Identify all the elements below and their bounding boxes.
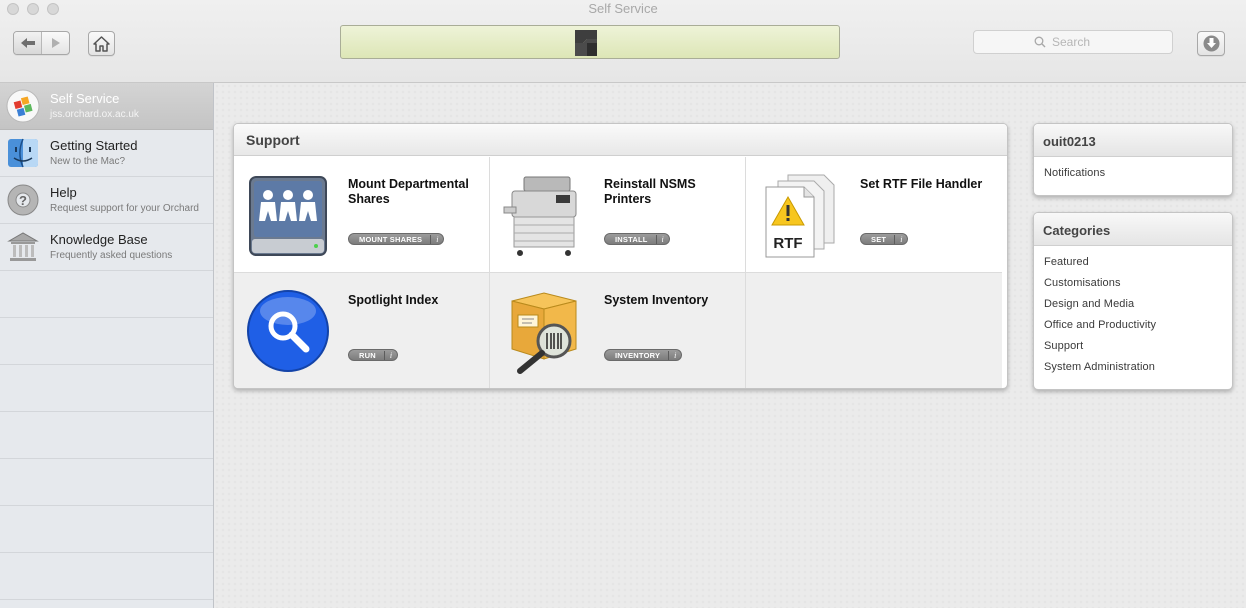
button-label: SET — [871, 234, 887, 244]
info-button[interactable]: i — [383, 350, 397, 360]
user-panel: ouit0213 Notifications — [1033, 123, 1233, 196]
sidebar-empty-row — [0, 318, 213, 365]
item-title: System Inventory — [604, 293, 709, 307]
item-mount-shares: Mount Departmental Shares MOUNT SHARES i — [234, 157, 490, 273]
sidebar-item-subtitle: Request support for your Orchard — [50, 203, 199, 214]
category-office-and-productivity[interactable]: Office and Productivity — [1034, 315, 1232, 336]
button-label: INSTALL — [615, 234, 648, 244]
category-design-and-media[interactable]: Design and Media — [1034, 294, 1232, 315]
sidebar-item-subtitle: New to the Mac? — [50, 156, 126, 167]
categories-list: Featured Customisations Design and Media… — [1034, 246, 1232, 378]
item-title: Mount Departmental Shares — [348, 177, 469, 206]
lifebuoy-icon: ? — [7, 184, 39, 216]
network-drive-icon — [249, 176, 327, 256]
set-button[interactable]: SET i — [860, 233, 909, 245]
mount-shares-button[interactable]: MOUNT SHARES i — [348, 233, 445, 245]
toolbar: Self Service — [0, 0, 1246, 83]
activity-display — [340, 25, 840, 59]
forward-button[interactable] — [42, 32, 69, 54]
item-title: Set RTF File Handler — [860, 177, 983, 191]
empty-tile — [746, 273, 1002, 388]
inventory-button[interactable]: INVENTORY i — [604, 349, 683, 361]
run-button[interactable]: RUN i — [348, 349, 399, 361]
button-label: MOUNT SHARES — [359, 234, 423, 244]
support-panel: Support Mount Departmental Shares MOUNT … — [233, 123, 1008, 389]
sidebar-empty-row — [0, 412, 213, 459]
support-items-grid: Mount Departmental Shares MOUNT SHARES i — [234, 157, 1007, 388]
library-icon — [7, 232, 39, 261]
info-button[interactable]: i — [668, 350, 681, 360]
user-name: ouit0213 — [1034, 124, 1232, 157]
home-button[interactable] — [88, 31, 115, 56]
sidebar: Self Service jss.orchard.ox.ac.uk Gettin… — [0, 83, 214, 608]
item-spotlight-index: Spotlight Index RUN i — [234, 273, 490, 388]
sidebar-empty-row — [0, 506, 213, 553]
search-icon — [1034, 36, 1046, 48]
svg-text:?: ? — [19, 193, 27, 208]
category-featured[interactable]: Featured — [1034, 252, 1232, 273]
button-label: INVENTORY — [615, 350, 661, 360]
download-arrow-icon — [1203, 35, 1219, 52]
item-title: Reinstall NSMS Printers — [604, 177, 696, 206]
sidebar-item-title: Knowledge Base — [50, 232, 148, 247]
support-panel-title: Support — [234, 124, 1007, 156]
main-content: Support Mount Departmental Shares MOUNT … — [214, 83, 1246, 608]
category-customisations[interactable]: Customisations — [1034, 273, 1232, 294]
inventory-box-icon — [511, 292, 577, 374]
printer-icon — [503, 176, 577, 256]
category-support[interactable]: Support — [1034, 336, 1232, 357]
sidebar-item-subtitle: Frequently asked questions — [50, 250, 173, 261]
svg-text:RTF: RTF — [773, 235, 802, 252]
search-field[interactable] — [973, 30, 1173, 54]
sidebar-empty-row — [0, 459, 213, 506]
home-icon — [93, 35, 110, 52]
loading-glyph-icon — [575, 30, 597, 56]
category-system-administration[interactable]: System Administration — [1034, 357, 1232, 378]
spotlight-icon — [247, 290, 329, 372]
sidebar-item-knowledge-base[interactable]: Knowledge Base Frequently asked question… — [0, 224, 213, 271]
back-forward-control — [13, 31, 70, 55]
categories-panel: Categories Featured Customisations Desig… — [1033, 212, 1233, 390]
self-service-logo-icon — [6, 89, 40, 123]
rtf-document-icon: RTF — [765, 174, 835, 258]
sidebar-item-title: Getting Started — [50, 138, 138, 153]
info-button[interactable]: i — [430, 234, 443, 244]
download-button[interactable] — [1197, 31, 1225, 56]
install-button[interactable]: INSTALL i — [604, 233, 670, 245]
sidebar-empty-row — [0, 553, 213, 600]
sidebar-empty-row — [0, 365, 213, 412]
sidebar-item-subtitle: jss.orchard.ox.ac.uk — [50, 109, 139, 120]
forward-arrow-icon — [51, 38, 60, 48]
sidebar-empty-row — [0, 271, 213, 318]
sidebar-item-getting-started[interactable]: Getting Started New to the Mac? — [0, 130, 213, 177]
item-set-rtf-handler: RTF Set RTF File Handler SET i — [746, 157, 1002, 273]
sidebar-item-help[interactable]: ? Help Request support for your Orchard — [0, 177, 213, 224]
finder-icon — [8, 138, 38, 168]
sidebar-item-title: Self Service — [50, 91, 120, 106]
categories-title: Categories — [1034, 213, 1232, 246]
item-system-inventory: System Inventory INVENTORY i — [490, 273, 746, 388]
back-arrow-icon — [20, 38, 35, 48]
info-button[interactable]: i — [894, 234, 907, 244]
search-input[interactable] — [1052, 35, 1112, 49]
back-button[interactable] — [14, 32, 42, 54]
item-title: Spotlight Index — [348, 293, 439, 307]
item-reinstall-printers: Reinstall NSMS Printers INSTALL i — [490, 157, 746, 273]
notifications-link[interactable]: Notifications — [1034, 157, 1232, 184]
button-label: RUN — [359, 350, 376, 360]
sidebar-item-title: Help — [50, 185, 77, 200]
sidebar-item-self-service[interactable]: Self Service jss.orchard.ox.ac.uk — [0, 83, 213, 130]
window-title: Self Service — [588, 1, 658, 16]
info-button[interactable]: i — [655, 234, 669, 244]
